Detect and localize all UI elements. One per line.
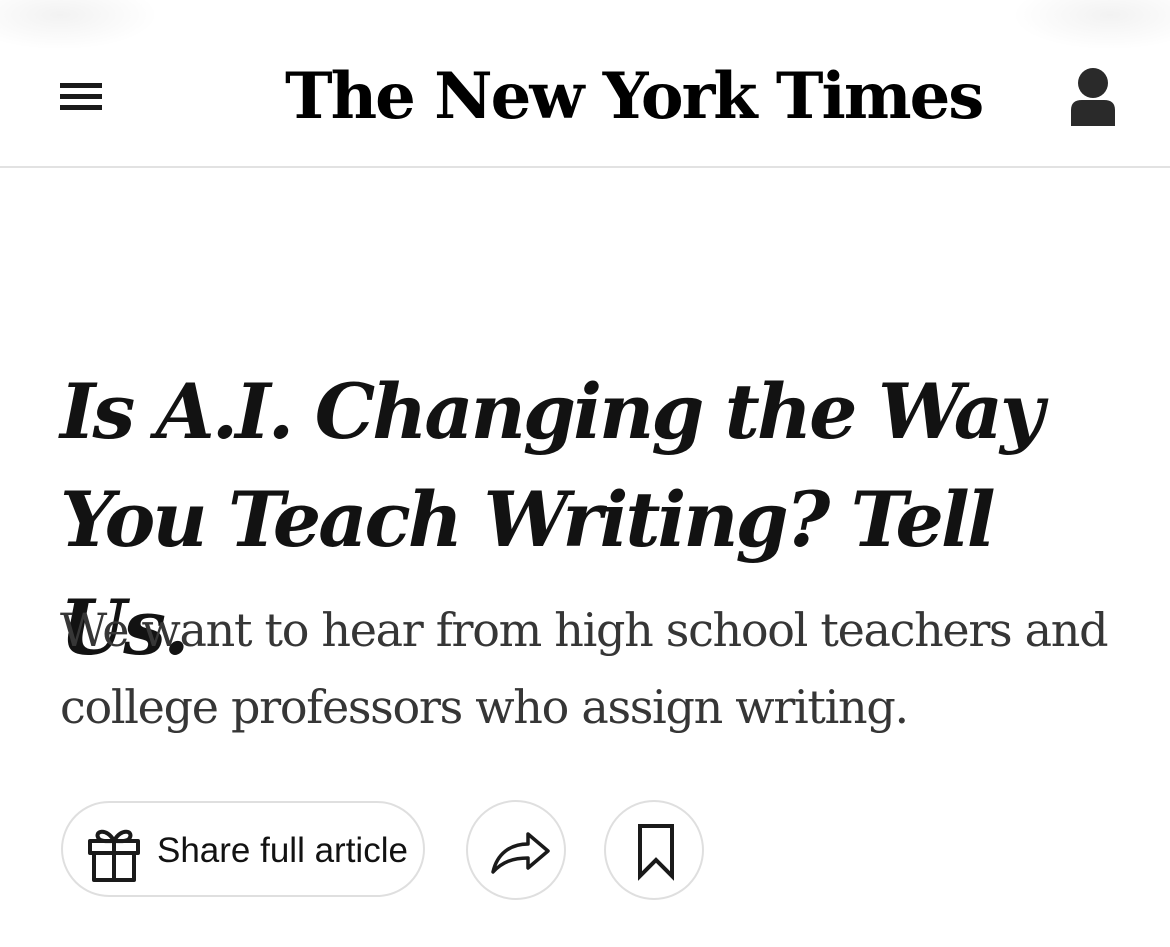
- account-button[interactable]: [1062, 62, 1124, 132]
- menu-button[interactable]: [52, 72, 110, 122]
- share-full-article-button[interactable]: Share full article: [61, 801, 425, 897]
- share-full-article-label: Share full article: [157, 831, 408, 870]
- user-account-icon: [1071, 68, 1115, 126]
- save-button[interactable]: [604, 800, 704, 900]
- share-arrow-icon: [491, 832, 550, 874]
- article-summary: We want to hear from high school teacher…: [60, 603, 1109, 734]
- nyt-logo[interactable]: The New York Times: [285, 52, 984, 142]
- gift-icon: [88, 829, 140, 882]
- share-button[interactable]: [466, 800, 566, 900]
- masthead: The New York Times: [0, 0, 1170, 168]
- bookmark-icon: [638, 824, 674, 881]
